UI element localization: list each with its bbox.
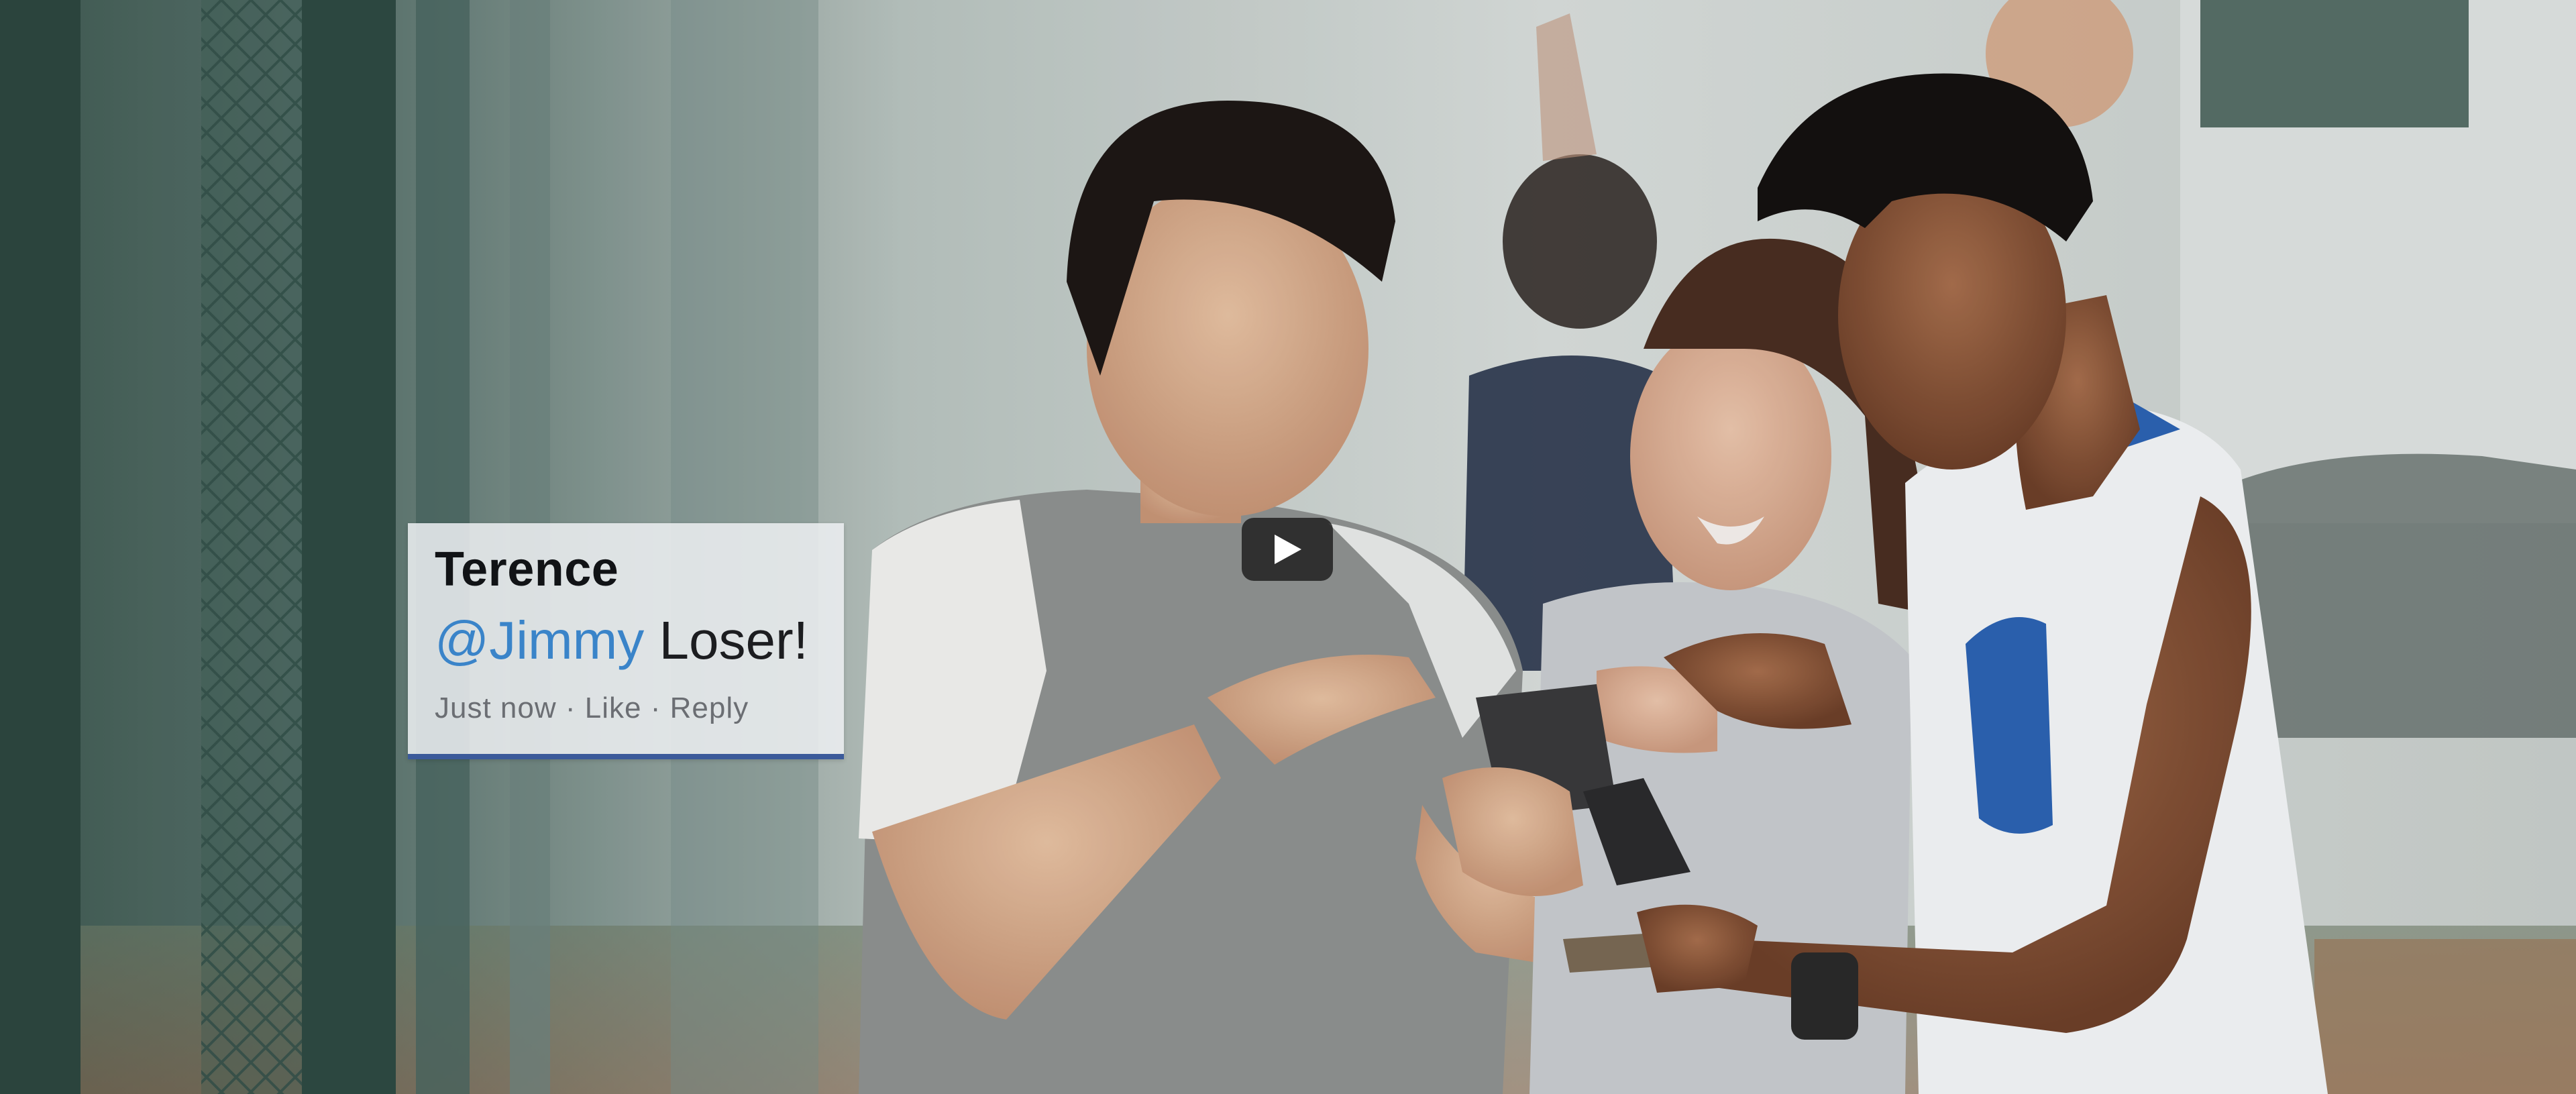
comment-message: Loser! <box>659 610 808 670</box>
comment-timestamp: Just now <box>435 691 557 724</box>
play-icon <box>1275 535 1301 564</box>
comment-like-link: Like <box>584 691 642 724</box>
comment-card: Terence @Jimmy Loser! Just now · Like · … <box>408 523 844 759</box>
comment-mention: @Jimmy <box>435 610 645 670</box>
comment-reply-link: Reply <box>669 691 749 724</box>
comment-author: Terence <box>435 543 619 596</box>
video-player[interactable]: Terence @Jimmy Loser! Just now · Like · … <box>0 0 2576 1094</box>
meta-separator: · <box>565 691 576 724</box>
comment-text: @Jimmy Loser! <box>435 610 817 670</box>
comment-meta: Just now · Like · Reply <box>435 692 817 725</box>
meta-separator: · <box>650 691 661 724</box>
play-button[interactable] <box>1242 518 1333 581</box>
